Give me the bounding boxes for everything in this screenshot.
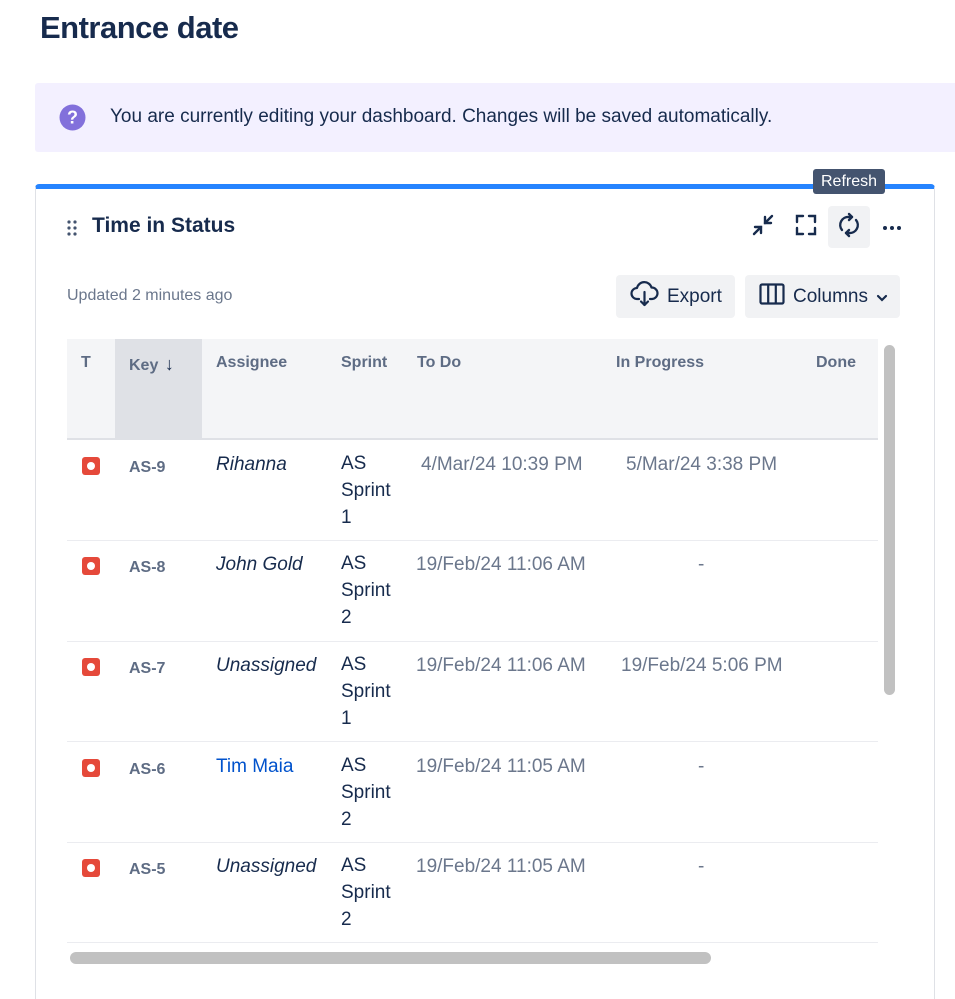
in-progress-date: - [698, 856, 705, 877]
updated-text: Updated 2 minutes ago [67, 287, 233, 304]
column-header-key[interactable]: Key ↓ [129, 354, 174, 375]
svg-text:?: ? [67, 108, 78, 128]
sprint: AS Sprint 1 [341, 654, 391, 729]
table-row[interactable]: AS-9 Rihanna AS Sprint 1 4/Mar/24 10:39 … [67, 440, 878, 541]
table-row[interactable]: AS-6 Tim Maia AS Sprint 2 19/Feb/24 11:0… [67, 742, 878, 843]
issue-key[interactable]: AS-6 [129, 761, 165, 779]
question-circle-icon: ? [59, 104, 86, 136]
column-header-in-progress[interactable]: In Progress [616, 354, 704, 372]
column-header-todo[interactable]: To Do [417, 354, 461, 372]
table-row[interactable]: AS-5 Unassigned AS Sprint 2 19/Feb/24 11… [67, 842, 878, 943]
in-progress-date: 5/Mar/24 3:38 PM [626, 454, 778, 475]
assignee-link[interactable]: Tim Maia [216, 756, 293, 778]
export-button[interactable]: Export [616, 275, 735, 318]
todo-date: 4/Mar/24 10:39 PM [421, 454, 583, 475]
column-header-done[interactable]: Done [816, 354, 856, 372]
table-row[interactable]: AS-7 Unassigned AS Sprint 1 19/Feb/24 11… [67, 641, 878, 742]
assignee: Rihanna [216, 454, 287, 475]
column-header-type[interactable]: T [81, 354, 91, 372]
bug-icon [82, 457, 100, 475]
refresh-button[interactable] [828, 206, 870, 248]
in-progress-date: 19/Feb/24 5:06 PM [621, 655, 783, 676]
refresh-icon [836, 212, 862, 243]
issue-key[interactable]: AS-8 [129, 559, 165, 577]
sprint: AS Sprint 1 [341, 453, 391, 528]
fullscreen-button[interactable] [785, 206, 827, 248]
gadget-title: Time in Status [92, 214, 236, 237]
issue-key[interactable]: AS-7 [129, 660, 165, 678]
assignee: John Gold [216, 554, 303, 575]
page-title: Entrance date [40, 10, 239, 45]
column-header-sprint[interactable]: Sprint [341, 354, 387, 372]
todo-date: 19/Feb/24 11:06 AM [416, 655, 586, 676]
bug-icon [82, 557, 100, 575]
more-actions-button[interactable] [871, 206, 913, 248]
horizontal-scrollbar[interactable] [70, 952, 711, 964]
sprint: AS Sprint 2 [341, 755, 391, 830]
banner-text: You are currently editing your dashboard… [110, 106, 773, 127]
chevron-down-icon [876, 286, 888, 308]
bug-icon [82, 859, 100, 877]
in-progress-date: - [698, 554, 705, 575]
drag-handle-icon[interactable] [67, 220, 77, 241]
issue-key[interactable]: AS-9 [129, 459, 165, 477]
todo-date: 19/Feb/24 11:05 AM [416, 756, 586, 777]
minimize-button[interactable] [742, 206, 784, 248]
columns-button[interactable]: Columns [745, 275, 900, 318]
columns-label: Columns [793, 285, 868, 307]
column-header-key-label: Key [129, 357, 159, 374]
assignee: Unassigned [216, 856, 317, 877]
columns-icon [759, 282, 785, 311]
sprint: AS Sprint 2 [341, 855, 391, 930]
table-row[interactable]: AS-8 John Gold AS Sprint 2 19/Feb/24 11:… [67, 541, 878, 642]
issue-key[interactable]: AS-5 [129, 861, 165, 879]
assignee: Unassigned [216, 655, 317, 676]
more-icon [882, 218, 902, 236]
cloud-download-icon [630, 280, 659, 313]
column-header-assignee[interactable]: Assignee [216, 354, 287, 372]
export-label: Export [667, 285, 722, 307]
refresh-tooltip: Refresh [813, 169, 886, 194]
todo-date: 19/Feb/24 11:05 AM [416, 856, 586, 877]
fullscreen-icon [794, 213, 818, 242]
bug-icon [82, 658, 100, 676]
table-header: T Key ↓ Assignee Sprint To Do In Progres… [67, 339, 878, 440]
minimize-icon [751, 213, 775, 242]
todo-date: 19/Feb/24 11:06 AM [416, 554, 586, 575]
bug-icon [82, 759, 100, 777]
in-progress-date: - [698, 756, 705, 777]
time-in-status-table: T Key ↓ Assignee Sprint To Do In Progres… [67, 339, 878, 943]
vertical-scrollbar[interactable] [884, 345, 895, 695]
sprint: AS Sprint 2 [341, 553, 391, 628]
sort-descending-icon: ↓ [164, 354, 174, 374]
